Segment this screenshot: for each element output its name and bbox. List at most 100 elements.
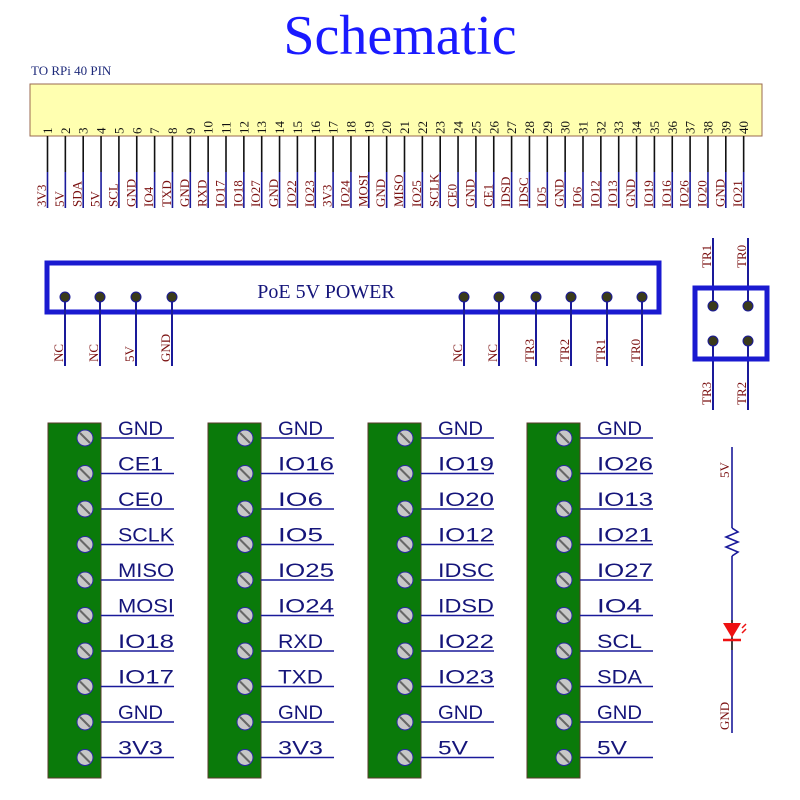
terminal-block: GND IO16 IO6 IO5 IO25 IO24 RXD TXD GND 3V3: [207, 419, 335, 779]
header-pin-number: 22: [415, 121, 430, 134]
header-pin-number: 14: [272, 121, 287, 135]
transformer-top-label: TR1: [699, 245, 714, 268]
poe-right-pin-label: TR2: [557, 339, 572, 362]
header-pin-signal: GND: [373, 179, 388, 207]
header-pin-signal: MOSI: [355, 174, 370, 207]
header-pin-signal: GND: [462, 179, 477, 207]
header-pin-number: 40: [736, 121, 751, 134]
led-bottom-label: GND: [717, 702, 732, 730]
header-pin-signal: SDA: [70, 180, 85, 207]
header-pin-number: 21: [397, 121, 412, 134]
header-pin-signal: IO17: [213, 180, 228, 207]
terminal-label: IO5: [278, 526, 323, 547]
header-pin-number: 5: [111, 128, 126, 135]
header-pin-number: 20: [379, 121, 394, 134]
header-pin-number: 1: [40, 128, 55, 135]
header-pin-number: 3: [76, 128, 91, 135]
led-light-ray: [741, 623, 747, 629]
header-pin-signal: IO12: [587, 180, 602, 207]
header-pin-signal: CE0: [445, 184, 460, 207]
header-pin-signal: IO4: [141, 186, 156, 207]
header-pin-number: 2: [58, 128, 73, 135]
terminal-label: GND: [278, 419, 323, 440]
header-pin-signal: IDSC: [516, 177, 531, 207]
transformer-pad: [742, 335, 754, 347]
header-pin-number: 31: [576, 121, 591, 134]
terminal-label: IO25: [278, 561, 334, 582]
terminal-block: GND IO19 IO20 IO12 IDSC IDSD IO22 IO23 GND 5V: [367, 419, 494, 779]
poe-right-pin-pad: [601, 291, 613, 303]
header-pin-signal: IDSD: [498, 177, 513, 207]
header-pin-number: 39: [718, 121, 733, 134]
terminal-label: IO18: [118, 632, 174, 653]
transformer-pad: [707, 300, 719, 312]
led-top-label: 5V: [717, 462, 732, 479]
terminal-label: IO22: [438, 632, 494, 653]
poe-left-pin-label: 5V: [122, 346, 137, 363]
header-pin-number: 25: [468, 121, 483, 134]
header-pin-signal: IO22: [284, 180, 299, 207]
terminal-label: IO27: [597, 561, 653, 582]
header-pin-signal: IO20: [694, 180, 709, 207]
header-pin-signal: GND: [552, 179, 567, 207]
transformer-bottom-label: TR3: [699, 382, 714, 405]
terminal-label: SCLK: [118, 526, 174, 547]
poe-right-pin-label: NC: [450, 344, 465, 362]
terminal-block: GND IO26 IO13 IO21 IO27 IO4 SCL SDA GND 5V: [526, 419, 653, 779]
header-pin-number: 12: [236, 121, 251, 134]
terminal-label: IO20: [438, 490, 494, 511]
poe-right-pin-pad: [458, 291, 470, 303]
poe-left-pin-label: NC: [86, 344, 101, 362]
header-pin-signal: SCLK: [427, 173, 442, 207]
header-pin-signal: TXD: [159, 180, 174, 207]
header-pin-signal: IO23: [302, 180, 317, 207]
transformer: TR1 TR3 TR0 TR2: [692, 238, 770, 410]
header-pin-signal: IO18: [230, 180, 245, 207]
terminal-label: MISO: [118, 561, 174, 582]
header-pin-number: 27: [504, 121, 519, 135]
terminal-label: IO19: [438, 455, 494, 476]
terminal-label: IDSD: [438, 597, 494, 618]
terminal-label: GND: [597, 419, 642, 440]
header-pin-number: 11: [219, 121, 234, 134]
header-pin-signal: IO19: [641, 180, 656, 207]
header-pin-number: 16: [308, 121, 323, 135]
header-pin-signal: GND: [266, 179, 281, 207]
rpi-40pin-header: 1 3V3 2 5V 3 SDA 4 5V 5 SCL 6 GND 7 IO4 8 TXD 9 GND 10 RXD 1…: [29, 83, 763, 208]
poe-label: PoE 5V POWER: [257, 281, 395, 303]
header-pin-signal: IO6: [570, 186, 585, 207]
terminal-block-body: [207, 422, 262, 779]
terminal-block-body: [47, 422, 102, 779]
header-pin-number: 38: [700, 121, 715, 134]
terminal-label: SCL: [597, 632, 642, 653]
header-pin-number: 19: [361, 121, 376, 134]
transformer-pad: [707, 335, 719, 347]
header-pin-signal: SCL: [105, 183, 120, 207]
header-pin-signal: IO21: [730, 180, 745, 207]
header-pin-number: 30: [558, 121, 573, 134]
terminal-label: IO24: [278, 597, 335, 618]
header-pin-signal: RXD: [195, 180, 210, 207]
header-pin-signal: IO16: [659, 180, 674, 207]
transformer-top-label: TR0: [734, 245, 749, 268]
header-pin-number: 26: [486, 121, 501, 135]
terminal-label: IO26: [597, 455, 653, 476]
header-pin-number: 7: [147, 127, 162, 134]
header-pin-signal: MISO: [391, 174, 406, 207]
terminal-label: 3V3: [278, 739, 323, 760]
led-icon: [723, 623, 741, 638]
header-pin-number: 23: [433, 121, 448, 134]
header-pin-signal: GND: [177, 179, 192, 207]
terminal-label: IO16: [278, 455, 334, 476]
header-pin-number: 13: [254, 121, 269, 134]
poe-right-pin-pad: [493, 291, 505, 303]
schematic-canvas: 1 3V3 2 5V 3 SDA 4 5V 5 SCL 6 GND 7 IO4 8 TXD 9 GND 10 RXD 1…: [29, 83, 770, 779]
header-pin-signal: IO13: [605, 180, 620, 207]
poe-left-pin-label: GND: [158, 334, 173, 362]
header-pin-signal: IO25: [409, 180, 424, 207]
terminal-label: 5V: [438, 739, 468, 760]
header-pin-number: 17: [326, 121, 341, 135]
poe-right-pin-label: TR3: [522, 339, 537, 362]
terminal-label: MOSI: [118, 597, 174, 618]
transformer-pad: [742, 300, 754, 312]
